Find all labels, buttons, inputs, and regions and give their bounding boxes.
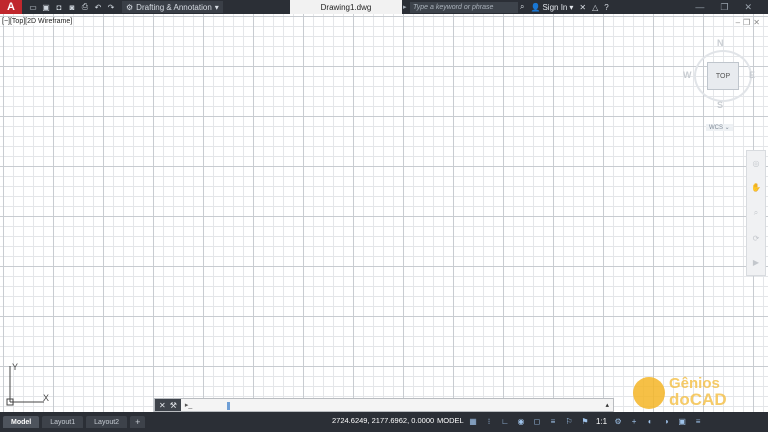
compass-west[interactable]: W — [683, 70, 692, 80]
watermark-bulb-icon — [633, 377, 665, 409]
showmotion-icon[interactable]: ▶ — [753, 258, 759, 267]
chevron-down-icon: ▾ — [214, 2, 219, 12]
window-controls: — ❐ ✕ — [695, 2, 768, 13]
osnap-icon[interactable]: ◻ — [532, 415, 542, 427]
tab-layout2[interactable]: Layout2 — [86, 416, 128, 428]
gear-icon: ⚙ — [126, 2, 134, 12]
status-bar: Model Layout1 Layout2 + 2724.6249, 2177.… — [0, 412, 768, 432]
new-icon[interactable]: ▭ — [28, 3, 38, 12]
gear-icon[interactable]: ⚙ — [613, 415, 623, 427]
snap-icon[interactable]: ⁝ — [484, 415, 494, 427]
sign-in-button[interactable]: 👤 Sign In ▾ — [530, 3, 573, 12]
save-as-icon[interactable]: ◙ — [67, 3, 77, 12]
plus-icon[interactable]: + — [629, 415, 639, 427]
annotation-visibility-icon[interactable]: ⚐ — [564, 415, 574, 427]
application-menu-button[interactable]: A — [0, 0, 22, 14]
viewcube-top-face[interactable]: TOP — [707, 62, 739, 90]
steering-wheel-icon[interactable]: ◎ — [753, 159, 760, 168]
viewport-controls[interactable]: [−][Top][2D Wireframe] — [2, 18, 73, 25]
save-icon[interactable]: ◘ — [54, 3, 64, 12]
search-input[interactable]: Type a keyword or phrase — [410, 1, 518, 13]
plot-icon[interactable]: ⎙ — [80, 2, 90, 12]
viewcube[interactable]: N W E S TOP WCS ⌄ — [680, 36, 766, 136]
model-space-button[interactable]: MODEL — [437, 416, 464, 425]
close-icon[interactable]: ✕ — [753, 18, 760, 27]
add-layout-button[interactable]: + — [130, 416, 146, 428]
command-line: ✕ ⚒ ▸_ ▴ — [154, 398, 614, 412]
polar-icon[interactable]: ◉ — [516, 415, 526, 427]
close-icon[interactable]: ✕ — [159, 401, 166, 410]
a360-icon[interactable]: △ — [592, 3, 598, 12]
pan-icon[interactable]: ✋ — [751, 183, 761, 192]
ortho-icon[interactable]: ∟ — [500, 415, 510, 427]
chevron-down-icon: ▾ — [569, 2, 574, 12]
orbit-icon[interactable]: ⟳ — [753, 234, 760, 243]
document-title: Drawing1.dwg — [290, 0, 402, 14]
watermark-line2: doCAD — [669, 390, 727, 409]
workspace-switcher[interactable]: ⚙ Drafting & Annotation ▾ — [122, 1, 223, 13]
customization-icon[interactable]: ≡ — [693, 415, 703, 427]
drawing-window-controls: – ❐ ✕ — [736, 18, 760, 27]
command-input[interactable] — [210, 399, 575, 411]
workspace-label: Drafting & Annotation — [136, 2, 212, 12]
wcs-menu[interactable]: WCS ⌄ — [706, 124, 733, 131]
quick-access-toolbar: ▭ ▣ ◘ ◙ ⎙ ↶ ↷ — [22, 2, 116, 12]
help-button[interactable]: ? — [604, 3, 608, 12]
tab-layout1[interactable]: Layout1 — [42, 416, 84, 428]
exchange-icon[interactable]: ✕ — [579, 3, 586, 12]
title-bar: A ▭ ▣ ◘ ◙ ⎙ ↶ ↷ ⚙ Drafting & Annotation … — [0, 0, 768, 14]
sign-in-label: Sign In — [542, 2, 568, 12]
app-logo: A — [7, 1, 15, 13]
watermark-logo: Gênios doCAD — [633, 375, 753, 411]
binoculars-icon[interactable]: ⌕ — [520, 2, 524, 12]
coordinates-readout[interactable]: 2724.6249, 2177.6962, 0.0000 — [332, 416, 434, 425]
restore-icon[interactable]: ❐ — [720, 2, 728, 13]
redo-icon[interactable]: ↷ — [106, 3, 116, 12]
zoom-icon[interactable]: ⌕ — [754, 208, 758, 218]
command-line-buttons: ✕ ⚒ — [155, 399, 181, 411]
minimize-icon[interactable]: — — [695, 2, 704, 13]
undo-icon[interactable]: ↶ — [93, 3, 103, 12]
tab-model[interactable]: Model — [3, 416, 40, 428]
hardware-acceleration-icon[interactable]: ◑ — [661, 415, 671, 427]
close-icon[interactable]: ✕ — [744, 2, 752, 13]
navigation-bar: ◎ ✋ ⌕ ⟳ ▶ — [746, 150, 766, 276]
wrench-icon[interactable]: ⚒ — [170, 401, 177, 410]
compass-east[interactable]: E — [749, 70, 755, 80]
lineweight-icon[interactable]: ≡ — [548, 415, 558, 427]
compass-south[interactable]: S — [717, 100, 723, 110]
annotation-scale-icon[interactable]: ⚑ — [580, 415, 590, 427]
text-cursor — [227, 402, 230, 410]
infocenter-tools: ⌕ 👤 Sign In ▾ ✕ △ ? — [520, 2, 609, 12]
restore-icon[interactable]: ❐ — [743, 18, 750, 27]
isolate-icon[interactable]: ◐ — [645, 415, 655, 427]
clean-screen-icon[interactable]: ▣ — [677, 415, 687, 427]
command-prompt-icon[interactable]: ▸_ — [185, 401, 192, 409]
user-icon: 👤 — [530, 2, 541, 12]
ucs-icon: Y X — [4, 362, 54, 408]
annotation-scale-value[interactable]: 1:1 — [596, 415, 607, 427]
minimize-icon[interactable]: – — [736, 18, 740, 27]
open-icon[interactable]: ▣ — [41, 3, 51, 12]
ucs-x-label: X — [43, 393, 50, 403]
compass-north[interactable]: N — [717, 38, 724, 48]
ucs-y-label: Y — [12, 362, 19, 372]
chevron-right-icon[interactable]: ▸ — [403, 0, 410, 14]
command-history-chevron-icon[interactable]: ▴ — [605, 401, 609, 409]
status-bar-toggles: ▦ ⁝ ∟ ◉ ◻ ≡ ⚐ ⚑ 1:1 ⚙ + ◐ ◑ ▣ ≡ — [468, 415, 703, 427]
grid-icon[interactable]: ▦ — [468, 415, 478, 427]
drawing-canvas[interactable] — [0, 14, 768, 412]
